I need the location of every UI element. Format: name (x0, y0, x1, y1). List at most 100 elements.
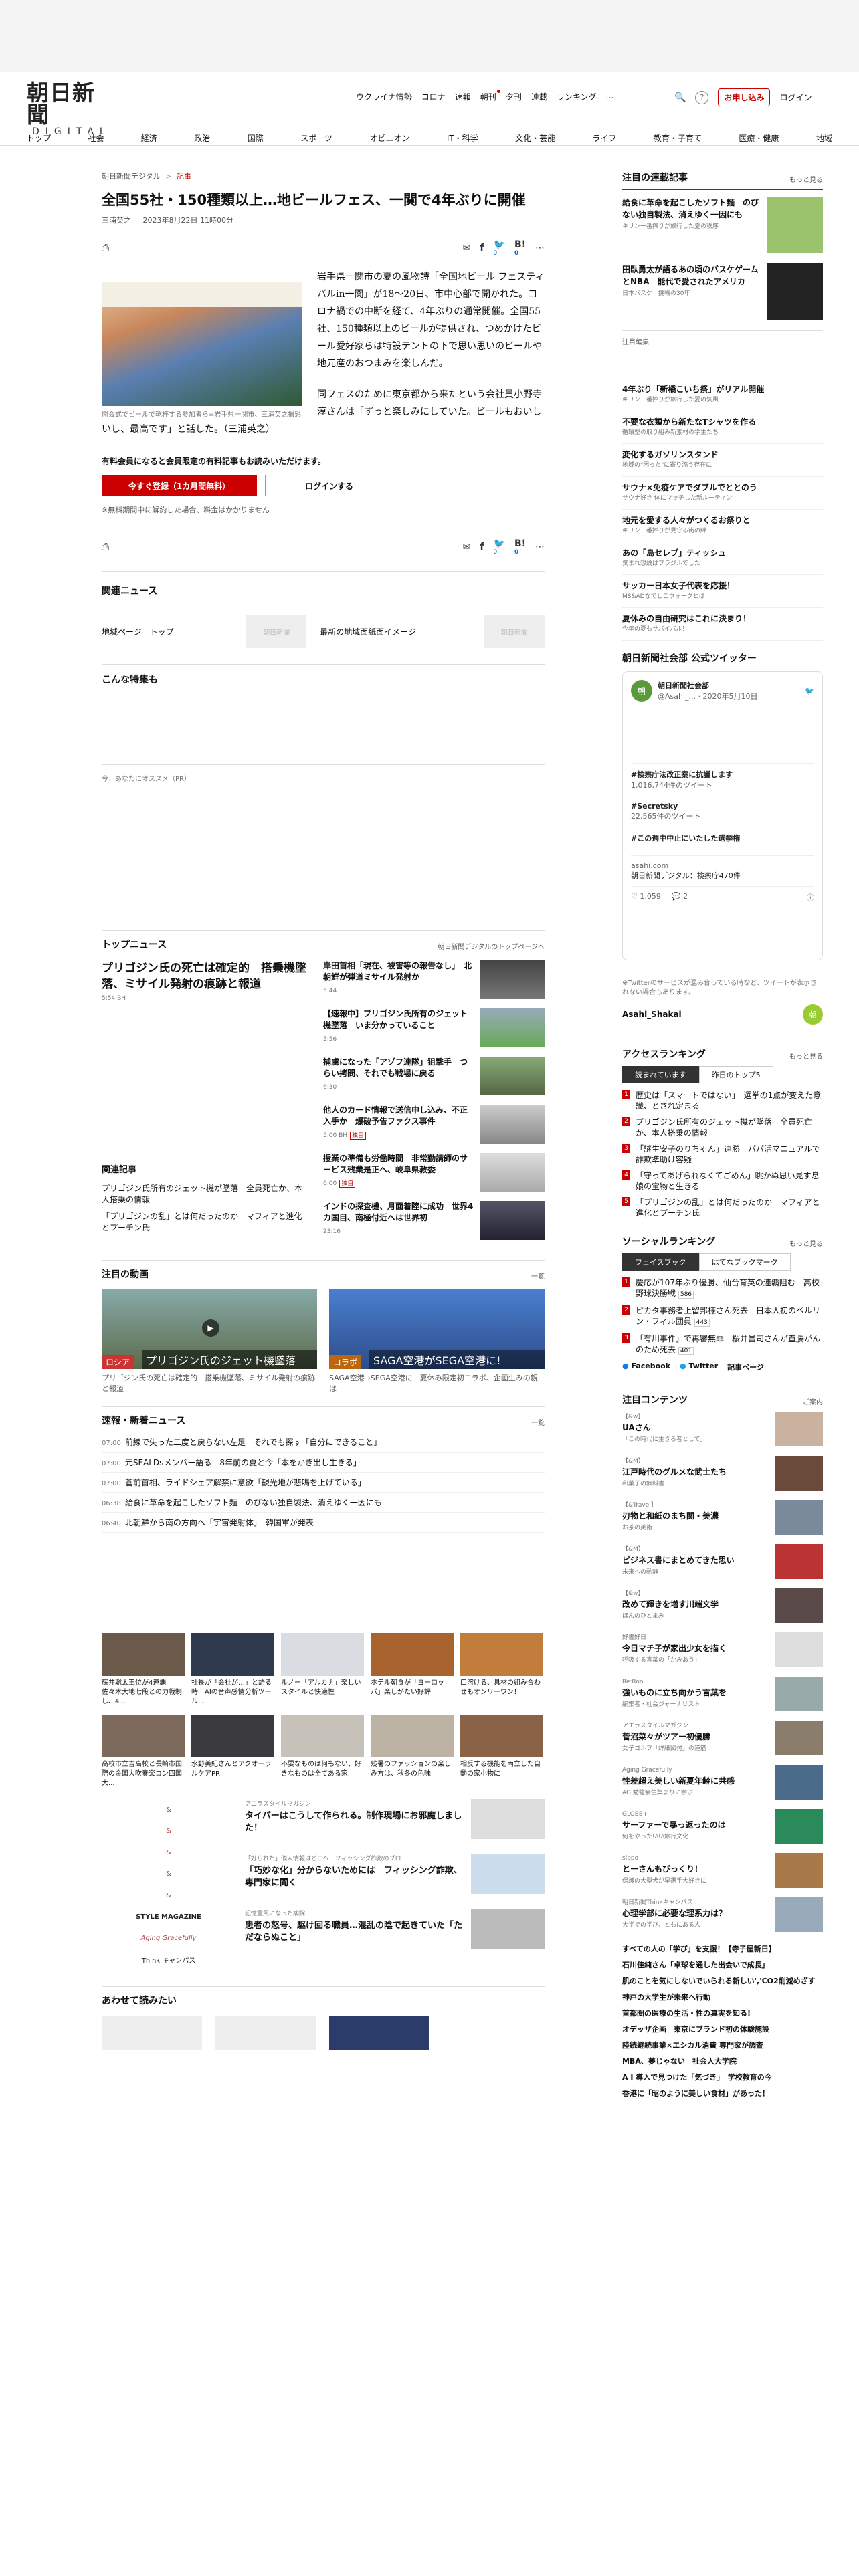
more-share-icon[interactable]: ⋯ (535, 243, 545, 253)
social-item[interactable]: 2 ピカタ事務者上留邦様さん死去 日本人初のベルリン・フィル団員 443 (622, 1305, 823, 1328)
pr-link[interactable]: A I 導入で見つけた「気づき」 学校教育の今 (622, 2070, 823, 2086)
ranking-item[interactable]: 5 「プリゴジンの乱」とは何だったのか マフィアと進化とプーチン氏 (622, 1197, 823, 1218)
social-item[interactable]: 3 「有川事件」で再審無罪 桜井昌司さんが直腸がんのため死去 401 (622, 1333, 823, 1356)
gnav-ranking[interactable]: ランキング (557, 91, 597, 102)
content-item[interactable]: 好書好日 今日マチ子が家出少女を描く 呼吸する言葉の「かみあう」 (622, 1632, 823, 1667)
breadcrumb-site[interactable]: 朝日新聞デジタル (102, 172, 161, 181)
content-item[interactable]: 【&w】 改めて輝きを増す川端文学 ほんのひとまみ (622, 1588, 823, 1623)
rensai-more[interactable]: もっと見る (789, 174, 823, 184)
flash-more[interactable]: 一覧 (531, 1417, 545, 1427)
tab-most-read[interactable]: 読まれています (622, 1066, 699, 1083)
promo-card[interactable]: 藤井聡太王位が4連覇 佐々木大地七段との力戦制し、4... (102, 1633, 185, 1707)
twitter-icon[interactable]: 🐦 0 (494, 239, 505, 257)
rensai-item[interactable]: 給食に革命を起こしたソフト麺 のびない独自製法、消えゆく一因にも キリン一番搾りが… (622, 189, 823, 253)
content-item[interactable]: Re:Ron 強いものに立ち向かう言葉を 編集者・社会ジャーナリスト (622, 1677, 823, 1711)
news-item[interactable]: 他人のカード情報で送信申し込み、不正入手か 爆破予告ファクス事件 5:00 BH 独… (323, 1105, 545, 1144)
video-card[interactable]: コラボ SAGA空港がSEGA空港に! SAGA空港→SEGA空港に 夏休み限定… (329, 1289, 545, 1394)
content-item[interactable]: sippo とーさんもびっくり！ 保護の大型犬が早選手大好きに (622, 1853, 823, 1888)
news-item[interactable]: 岸田首相「現在、被害等の報告なし」 北朝鮮が弾道ミサイル発射か 5:44 (323, 960, 545, 999)
brand-logo[interactable]: & (102, 1820, 235, 1842)
related-thumb-2[interactable]: 朝日新聞 (484, 615, 545, 648)
related-item-1[interactable]: 地域ページ トップ (102, 626, 233, 637)
article-author[interactable]: 三浦英之 (102, 216, 131, 225)
tab-hatena[interactable]: はてなブックマーク (698, 1253, 791, 1271)
video-card[interactable]: ▶ ロシア プリゴジン氏のジェット機墜落 プリゴジン氏の死亡は確定的 搭乗機墜落… (102, 1289, 317, 1394)
cat-it-science[interactable]: IT・科学 (447, 132, 478, 144)
related-article-1[interactable]: プリゴジン氏所有のジェット機が墜落 全員死亡か、本人搭乗の情報 (102, 1183, 309, 1206)
content-item[interactable]: 【&M】 ビジネス書にまとめてきた思い 未来への動静 (622, 1544, 823, 1579)
social-more[interactable]: もっと見る (789, 1238, 823, 1248)
content-item[interactable]: 朝日新聞Thinkキャンパス 心理学部に必要な理系力は？ 大学での学び、ともにある人 (622, 1897, 823, 1932)
pr-link[interactable]: すべての人の「学び」を支援！【寺子屋新日】 (622, 1941, 823, 1957)
ad-article[interactable]: アエラスタイルマガジン タイパーはこうして作られる。制作現場にお邪魔しました！ (245, 1799, 545, 1839)
pr-link[interactable]: 陸続継続事業×エシカル消費 専門家が調査 (622, 2038, 823, 2054)
flash-item[interactable]: 07:00 菅前首相、ライドシェア解禁に意欲「観光地が悲鳴を上げている」 (102, 1473, 545, 1493)
info-icon[interactable]: ⓘ (807, 892, 814, 903)
flash-item[interactable]: 06:40 北朝鮮から南の方向へ「宇宙発射体」 韓国軍が発表 (102, 1513, 545, 1533)
pr-link[interactable]: 香港に「昭のように美しい食材」があった！ (622, 2086, 823, 2102)
facebook-icon[interactable]: f (480, 542, 484, 552)
tw-link-title[interactable]: 朝日新聞デジタル：検察庁470件 (631, 870, 814, 881)
trend-item[interactable]: #この週中中止にいたした選挙権 (631, 827, 814, 849)
play-icon[interactable]: ▶ (202, 1319, 219, 1337)
help-icon[interactable]: ? (695, 90, 709, 104)
cat-education[interactable]: 教育・子育て (654, 132, 702, 144)
news-item[interactable]: 【速報中】プリゴジン氏所有のジェット機墜落 いま分かっていること 5:56 (323, 1008, 545, 1047)
cat-top[interactable]: トップ (27, 132, 51, 144)
cat-culture[interactable]: 文化・芸能 (515, 132, 555, 144)
promo-card[interactable]: 社長が「会社が…」と語る時 AIの音声感情分析ツール… (191, 1633, 274, 1707)
breadcrumb-article[interactable]: 記事 (177, 172, 191, 181)
promo-card[interactable]: 不要なものは何もない、好きなものは全てある家 (281, 1715, 364, 1788)
tab-facebook[interactable]: フェイスブック (622, 1253, 699, 1271)
content-item[interactable]: Aging Gracefully 性差超え美しい新夏年齢に共感 AG 勉強会生集まり… (622, 1765, 823, 1800)
cat-health[interactable]: 医療・健康 (739, 132, 779, 144)
heart-icon[interactable]: ♡ 1,059 (631, 892, 661, 903)
account-avatar[interactable]: 朝 (803, 1004, 823, 1025)
ranking-item[interactable]: 4 「守ってあげられなくてごめん」眺かぬ思い見す息 娘の宝物と生きる (622, 1170, 828, 1192)
content-item[interactable]: GLOBE+ サーファーで暴っ返ったのは 何をやったいい旅行文化 (622, 1809, 823, 1844)
cat-local[interactable]: 地域 (816, 132, 832, 144)
gnav-series[interactable]: 連載 (531, 91, 547, 102)
promo-card[interactable]: 残暑のファッションの楽しみ方は、秋冬の色味 (371, 1715, 454, 1788)
related-thumb-1[interactable]: 朝日新聞 (246, 615, 307, 648)
content-item[interactable]: 【&Travel】 刃物と和紙のまち関・美濃 お茶の美術 (622, 1500, 823, 1535)
twitter-link[interactable]: ● Twitter (680, 1362, 718, 1372)
related-item-2[interactable]: 最新の地域面紙面イメージ (320, 626, 471, 637)
brand-logo[interactable]: & (102, 1842, 235, 1863)
cat-economy[interactable]: 経済 (141, 132, 157, 144)
brand-aging-gracefully[interactable]: Aging Gracefully (102, 1927, 235, 1949)
trend-item[interactable]: #検察庁法改正案に抗議します 1,016,744件のツイート (631, 763, 814, 796)
read-thumb[interactable] (102, 2016, 202, 2050)
gnav-evening[interactable]: 夕刊 (506, 91, 522, 102)
read-thumb[interactable] (215, 2016, 316, 2050)
content-item[interactable]: 【&M】 江戸時代のグルメな武士たち 和菓子の無料書 (622, 1456, 823, 1491)
facebook-link[interactable]: ● Facebook (622, 1362, 670, 1372)
brand-style-magazine[interactable]: STYLE MAGAZINE (102, 1906, 235, 1927)
pr-link[interactable]: 肌のことを気にしないでいられる新しい','CO2削減めざす 神戸の大学生が未来へ… (622, 1973, 823, 2006)
twitter-icon[interactable]: 🐦 0 (494, 538, 505, 556)
ad-article[interactable]: 「好られた」個人情報はどこへ フィッシング詐欺のプロ 「巧妙な化」分からないために… (245, 1854, 545, 1894)
ranking-item[interactable]: 1 歴史は「スマートではない」 選挙の1点が変えた意識、とされ定まる (622, 1090, 823, 1111)
cat-life[interactable]: ライフ (593, 132, 617, 144)
gnav-corona[interactable]: コロナ (421, 91, 446, 102)
feature-item[interactable]: 不要な衣類から新たなTシャツを作る 循環型の取り組み新素材の学生たち (622, 411, 823, 444)
cat-opinion[interactable]: オピニオン (369, 132, 409, 144)
facebook-icon[interactable]: f (480, 243, 484, 253)
cat-society[interactable]: 社会 (88, 132, 104, 144)
mail-icon[interactable]: ✉ (463, 243, 471, 253)
tab-yesterday-top5[interactable]: 昨日のトップ5 (698, 1066, 773, 1083)
content-more[interactable]: ご案内 (803, 1396, 823, 1406)
cat-politics[interactable]: 政治 (194, 132, 210, 144)
flash-item[interactable]: 07:00 元SEALDsメンバー語る 8年前の夏と今「本をかき出し生きる」 (102, 1453, 545, 1473)
twitter-account[interactable]: Asahi_Shakai (622, 1010, 682, 1019)
cat-international[interactable]: 国際 (248, 132, 264, 144)
mail-icon[interactable]: ✉ (463, 542, 471, 552)
feature-item[interactable]: 4年ぶり「新橋こいち祭」がリアル開催 キリン一番搾りが旅行した夏の気風 (622, 379, 823, 411)
feature-item[interactable]: 変化するガソリンスタンド 地域の"困った"に寄り添う存在に (622, 444, 823, 477)
cat-sports[interactable]: スポーツ (300, 132, 332, 144)
comment-icon[interactable]: 💬 2 (672, 892, 688, 903)
flash-item[interactable]: 07:00 前線で失った二度と戻らない左足 それでも探す「自分にできること」 (102, 1432, 545, 1453)
login-button[interactable]: ログインする (265, 475, 393, 496)
hatena-icon[interactable]: B! 0 (514, 538, 526, 556)
brand-logo[interactable]: & (102, 1863, 235, 1885)
